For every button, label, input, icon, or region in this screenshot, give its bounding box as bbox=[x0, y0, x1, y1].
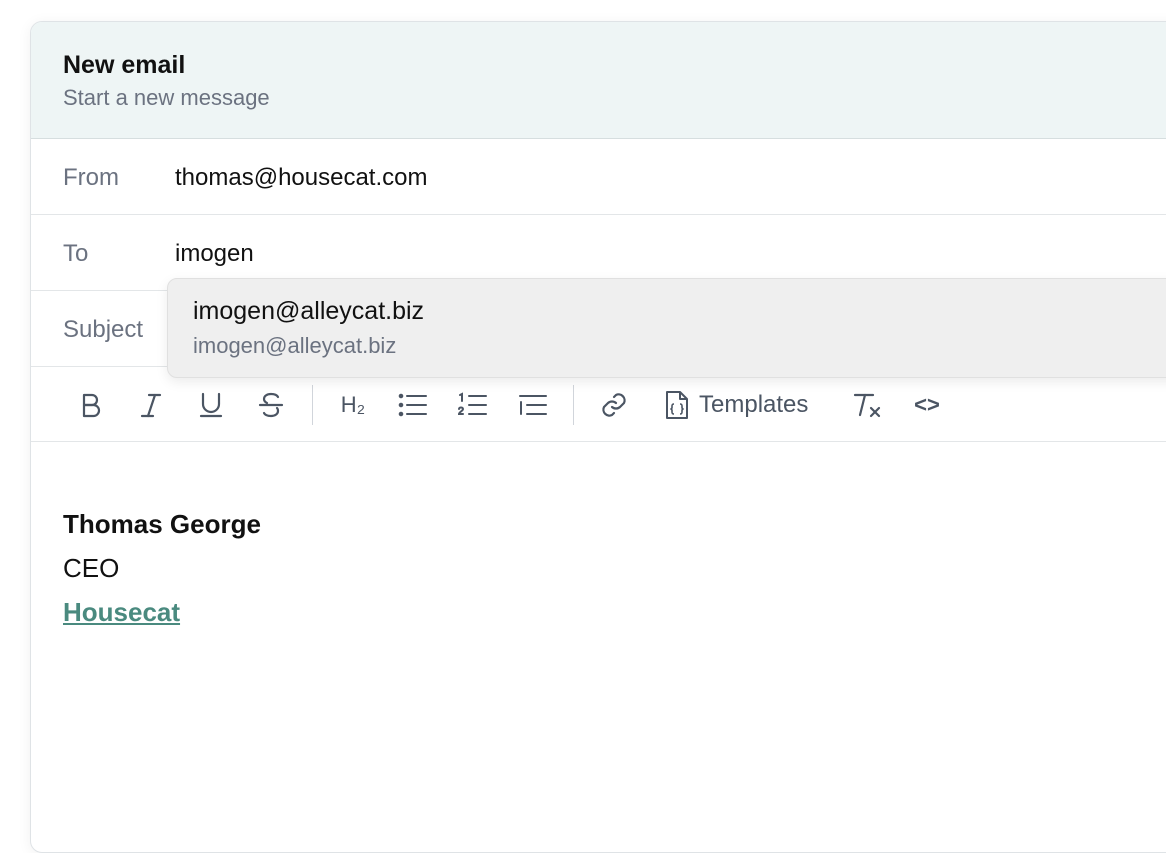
numbered-list-icon bbox=[458, 392, 487, 415]
heading-2-button[interactable]: H₂ bbox=[333, 383, 373, 427]
bullet-list-icon bbox=[398, 393, 427, 417]
formatting-toolbar: H₂ Templates <> bbox=[31, 368, 1166, 442]
toolbar-divider bbox=[573, 385, 574, 425]
strikethrough-icon bbox=[258, 392, 284, 418]
clear-format-button[interactable] bbox=[847, 383, 887, 427]
compose-panel: New email Start a new message From thoma… bbox=[30, 21, 1166, 853]
underline-button[interactable] bbox=[191, 383, 231, 427]
compose-header: New email Start a new message bbox=[31, 22, 1166, 139]
code-button[interactable]: <> bbox=[907, 383, 947, 427]
to-label: To bbox=[63, 240, 89, 267]
templates-icon bbox=[666, 391, 688, 419]
bold-button[interactable] bbox=[71, 383, 111, 427]
code-icon: <> bbox=[914, 392, 940, 417]
suggestion-primary: imogen@alleycat.biz bbox=[193, 297, 425, 325]
numbered-list-button[interactable] bbox=[453, 383, 493, 427]
toolbar-divider bbox=[312, 385, 313, 425]
bold-icon bbox=[82, 393, 101, 418]
email-body[interactable]: Thomas George CEO Housecat bbox=[63, 507, 261, 629]
indent-button[interactable] bbox=[513, 383, 553, 427]
heading-2-icon: H₂ bbox=[340, 392, 366, 417]
indent-icon bbox=[519, 395, 547, 415]
link-icon bbox=[602, 393, 626, 417]
recipient-suggestion-dropdown: imogen@alleycat.biz imogen@alleycat.biz bbox=[167, 278, 1166, 378]
signature-name: Thomas George bbox=[63, 509, 261, 539]
italic-button[interactable] bbox=[131, 383, 171, 427]
from-row: From thomas@housecat.com bbox=[31, 140, 1166, 215]
recipient-suggestion[interactable]: imogen@alleycat.biz imogen@alleycat.biz bbox=[193, 295, 1166, 361]
italic-icon bbox=[140, 393, 162, 418]
link-button[interactable] bbox=[594, 383, 634, 427]
strikethrough-button[interactable] bbox=[251, 383, 291, 427]
from-label: From bbox=[63, 164, 119, 191]
signature-company-link[interactable]: Housecat bbox=[63, 595, 180, 629]
suggestion-secondary: imogen@alleycat.biz bbox=[193, 333, 397, 358]
compose-subtitle: Start a new message bbox=[63, 85, 270, 110]
signature-title: CEO bbox=[63, 553, 120, 583]
underline-icon bbox=[199, 392, 223, 418]
templates-label: Templates bbox=[699, 391, 809, 418]
compose-title: New email bbox=[63, 51, 186, 79]
clear-format-icon bbox=[853, 393, 881, 418]
from-field[interactable]: thomas@housecat.com bbox=[175, 140, 427, 215]
bullet-list-button[interactable] bbox=[393, 383, 433, 427]
templates-button[interactable]: Templates bbox=[663, 383, 823, 427]
subject-label: Subject bbox=[63, 316, 144, 343]
